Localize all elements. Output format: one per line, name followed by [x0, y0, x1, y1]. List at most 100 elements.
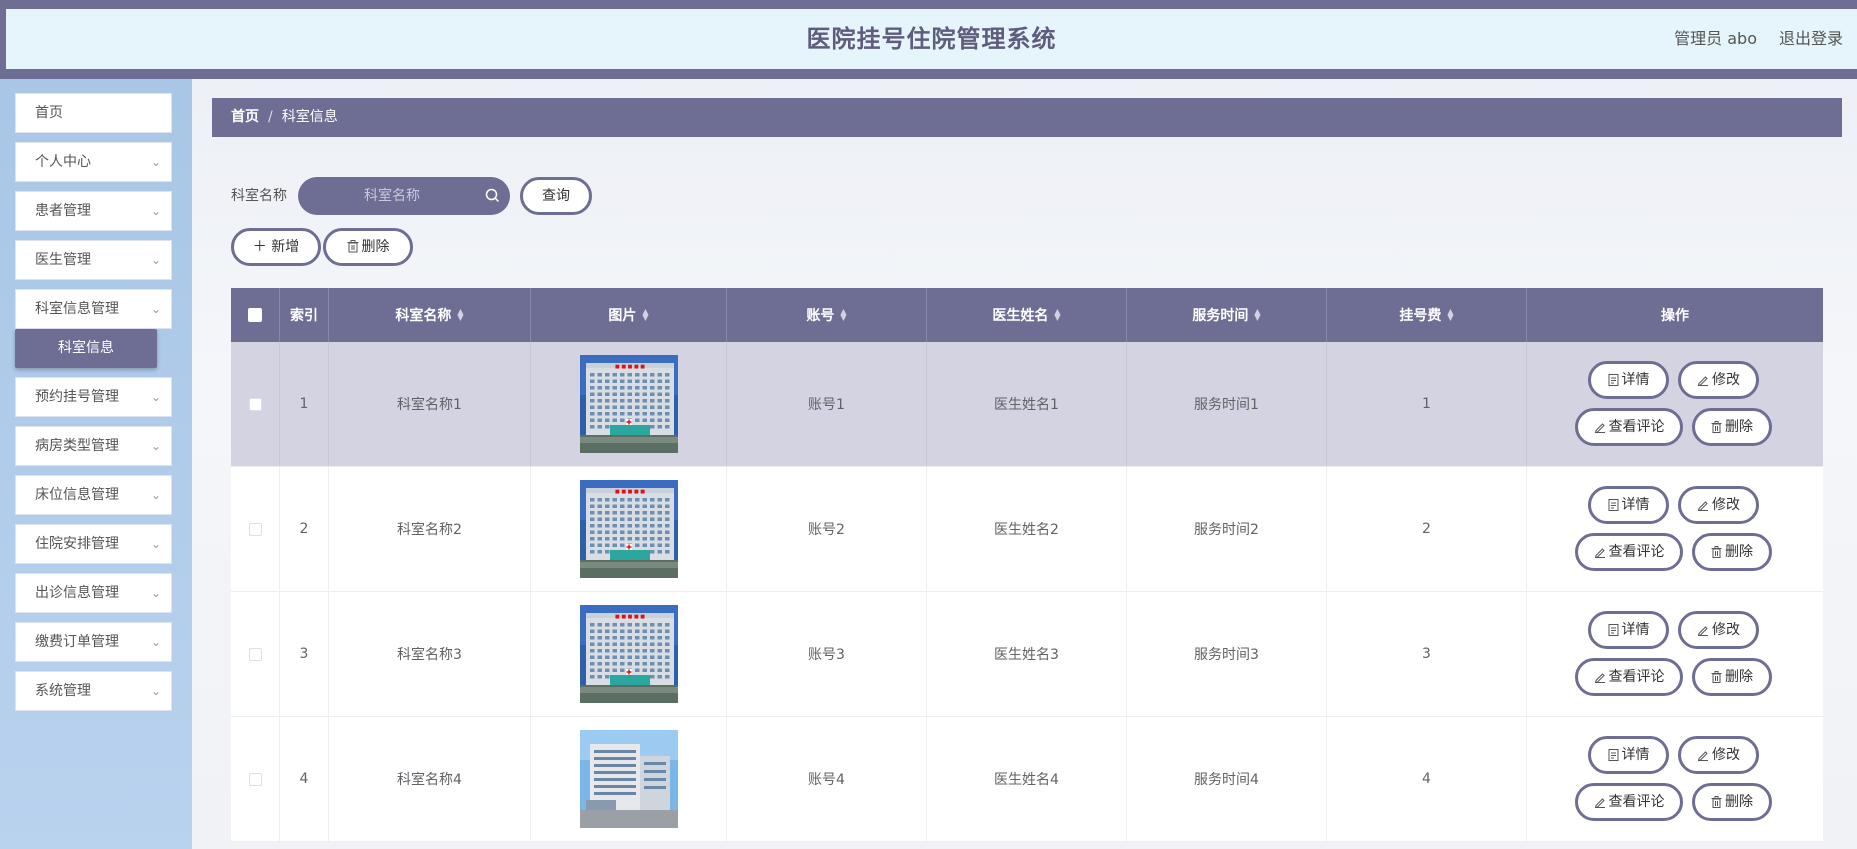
sidebar-item-label: 系统管理: [35, 683, 91, 699]
row-checkbox[interactable]: [248, 522, 262, 536]
table-row[interactable]: 2 科室名称2 ■ ■ ■ ■ ■ 账号2 医生姓名2 服务时间2 2 详情 修…: [231, 467, 1823, 592]
query-button[interactable]: 查询: [520, 177, 592, 215]
detail-button[interactable]: 详情: [1588, 611, 1669, 649]
sidebar-item-appointments[interactable]: 预约挂号管理 ⌄: [15, 377, 172, 417]
bulk-delete-label: 删除: [361, 239, 390, 255]
sidebar-item-doctors[interactable]: 医生管理 ⌄: [15, 240, 172, 280]
search-label: 科室名称: [231, 188, 287, 204]
col-name[interactable]: 科室名称 ▲ ▼: [329, 288, 531, 342]
col-account-label: 账号: [806, 308, 835, 324]
cell-actions: 详情 修改 查看评论 删除: [1527, 342, 1823, 466]
search-box: [298, 177, 510, 215]
bulk-delete-button[interactable]: 删除: [323, 228, 413, 266]
sidebar-item-system[interactable]: 系统管理 ⌄: [15, 671, 172, 711]
view-comments-button[interactable]: 查看评论: [1575, 408, 1683, 446]
col-doctor[interactable]: 医生姓名 ▲ ▼: [927, 288, 1127, 342]
edit-button[interactable]: 修改: [1678, 736, 1759, 774]
sort-icon[interactable]: ▲ ▼: [457, 308, 463, 322]
sort-icon[interactable]: ▲ ▼: [642, 308, 648, 322]
search-input[interactable]: [312, 177, 472, 215]
sort-icon[interactable]: ▲ ▼: [1054, 308, 1060, 322]
sidebar-item-label: 个人中心: [35, 154, 91, 170]
cell-fee: 3: [1327, 592, 1527, 716]
row-actions: 详情 修改 查看评论 删除: [1527, 467, 1823, 591]
edit-button[interactable]: 修改: [1678, 361, 1759, 399]
cell-doctor: 医生姓名2: [927, 467, 1127, 591]
detail-button[interactable]: 详情: [1588, 361, 1669, 399]
detail-label: 详情: [1621, 622, 1650, 638]
sidebar-item-hospitalization[interactable]: 住院安排管理 ⌄: [15, 524, 172, 564]
breadcrumb-home[interactable]: 首页: [231, 109, 259, 125]
view-comments-button[interactable]: 查看评论: [1575, 783, 1683, 821]
sidebar-item-beds[interactable]: 床位信息管理 ⌄: [15, 475, 172, 515]
col-name-label: 科室名称: [395, 308, 452, 324]
view-comments-button[interactable]: 查看评论: [1575, 533, 1683, 571]
row-checkbox[interactable]: [248, 772, 262, 786]
sort-icon[interactable]: ▲ ▼: [1447, 308, 1453, 322]
search-icon[interactable]: [485, 188, 500, 207]
pencil-icon: [1594, 794, 1609, 810]
row-select-cell: [231, 467, 280, 591]
cell-image: ■ ■ ■ ■ ■: [531, 467, 727, 591]
row-checkbox[interactable]: [248, 397, 262, 411]
svg-text:■ ■ ■ ■ ■: ■ ■ ■ ■ ■: [615, 614, 645, 620]
chevron-down-icon: ⌄: [150, 204, 161, 218]
cell-fee: 1: [1327, 342, 1527, 466]
sidebar-subitem-department-info[interactable]: 科室信息: [15, 329, 157, 368]
sidebar-item-label: 病房类型管理: [35, 438, 119, 454]
trash-icon: [1711, 419, 1725, 435]
pencil-icon: [1594, 419, 1609, 435]
delete-button[interactable]: 删除: [1692, 658, 1772, 696]
department-table: 索引 科室名称 ▲ ▼ 图片 ▲ ▼ 账号 ▲ ▼ 医生姓名 ▲ ▼ 服务时间 ▲ ▼ 挂号费 ▲ ▼ …: [231, 288, 1823, 842]
department-image: [579, 730, 678, 828]
cell-account: 账号3: [727, 592, 927, 716]
detail-button[interactable]: 详情: [1588, 736, 1669, 774]
sidebar-item-ward-types[interactable]: 病房类型管理 ⌄: [15, 426, 172, 466]
view-comments-button[interactable]: 查看评论: [1575, 658, 1683, 696]
table-body: 1 科室名称1 ■ ■ ■ ■ ■ 账号1 医生姓名1 服务时间1 1 详情 修…: [231, 342, 1823, 842]
app-header: 医院挂号住院管理系统 管理员 abo 退出登录: [6, 9, 1857, 69]
sidebar-item-visits[interactable]: 出诊信息管理 ⌄: [15, 573, 172, 613]
chevron-down-icon: ⌄: [150, 155, 161, 169]
sidebar-item-home[interactable]: 首页: [15, 93, 172, 133]
table-row[interactable]: 3 科室名称3 ■ ■ ■ ■ ■ 账号3 医生姓名3 服务时间3 3 详情 修…: [231, 592, 1823, 717]
cell-index: 1: [280, 342, 329, 466]
delete-label: 删除: [1725, 419, 1753, 435]
row-checkbox[interactable]: [248, 647, 262, 661]
delete-button[interactable]: 删除: [1692, 408, 1772, 446]
logout-link[interactable]: 退出登录: [1779, 9, 1843, 69]
edit-button[interactable]: 修改: [1678, 486, 1759, 524]
plus-icon: ＋: [252, 239, 267, 255]
sidebar-item-payments[interactable]: 缴费订单管理 ⌄: [15, 622, 172, 662]
col-account[interactable]: 账号 ▲ ▼: [727, 288, 927, 342]
sort-icon[interactable]: ▲ ▼: [1254, 308, 1260, 322]
sidebar-item-personal-center[interactable]: 个人中心 ⌄: [15, 142, 172, 182]
pencil-icon: [1697, 372, 1712, 388]
table-row[interactable]: 4 科室名称4 账号4 医生姓名4 服务时间4 4 详情 修改 查看评论 删除: [231, 717, 1823, 842]
select-all-cell: [231, 288, 280, 342]
breadcrumb: 首页 / 科室信息: [212, 98, 1842, 137]
document-icon: [1608, 747, 1622, 763]
cell-index: 4: [280, 717, 329, 841]
sidebar: 首页 个人中心 ⌄ 患者管理 ⌄ 医生管理 ⌄ 科室信息管理 ⌄ 科室信息 预约挂号管理…: [0, 79, 192, 849]
sidebar-item-departments[interactable]: 科室信息管理 ⌄: [15, 289, 172, 329]
delete-button[interactable]: 删除: [1692, 533, 1772, 571]
table-row[interactable]: 1 科室名称1 ■ ■ ■ ■ ■ 账号1 医生姓名1 服务时间1 1 详情 修…: [231, 342, 1823, 467]
select-all-checkbox[interactable]: [248, 308, 262, 322]
sort-icon[interactable]: ▲ ▼: [840, 308, 846, 322]
cell-image: ■ ■ ■ ■ ■: [531, 342, 727, 466]
table-header: 索引 科室名称 ▲ ▼ 图片 ▲ ▼ 账号 ▲ ▼ 医生姓名 ▲ ▼ 服务时间 ▲ ▼ 挂号费 ▲ ▼ …: [231, 288, 1823, 342]
edit-button[interactable]: 修改: [1678, 611, 1759, 649]
detail-button[interactable]: 详情: [1588, 486, 1669, 524]
sidebar-item-label: 首页: [35, 105, 63, 121]
sidebar-item-patients[interactable]: 患者管理 ⌄: [15, 191, 172, 231]
cell-name: 科室名称4: [329, 717, 531, 841]
col-service-time[interactable]: 服务时间 ▲ ▼: [1127, 288, 1327, 342]
col-fee[interactable]: 挂号费 ▲ ▼: [1327, 288, 1527, 342]
col-image[interactable]: 图片 ▲ ▼: [531, 288, 727, 342]
pencil-icon: [1697, 747, 1712, 763]
delete-button[interactable]: 删除: [1692, 783, 1772, 821]
col-doctor-label: 医生姓名: [992, 308, 1049, 324]
add-button[interactable]: ＋ 新增: [231, 228, 321, 266]
view-comments-label: 查看评论: [1608, 794, 1665, 810]
